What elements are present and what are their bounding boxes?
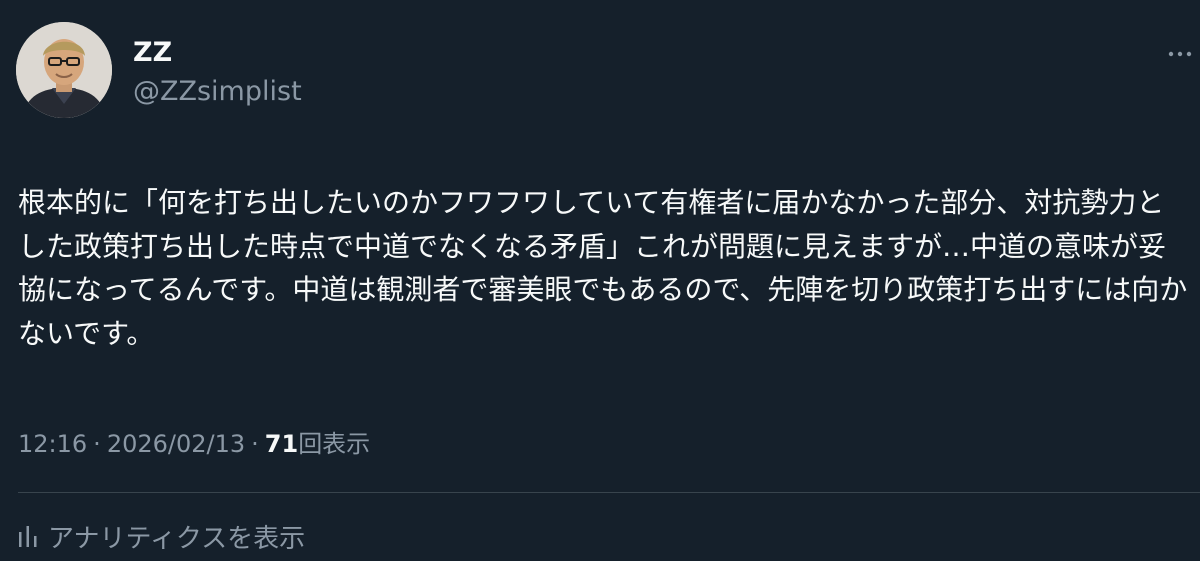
tweet-text: 根本的に「何を打ち出したいのかフワフワしていて有権者に届かなかった部分、対抗勢力…: [18, 186, 1188, 350]
views-count: 71: [264, 430, 299, 458]
bar-chart-icon: [19, 526, 37, 547]
views-label: 回表示: [298, 430, 371, 458]
meta-separator: ·: [93, 430, 101, 458]
display-name[interactable]: ZZ: [133, 37, 172, 69]
user-handle[interactable]: @ZZsimplist: [133, 75, 302, 109]
avatar-image: [16, 22, 112, 118]
tweet-date[interactable]: 2026/02/13: [107, 430, 245, 458]
view-analytics-button[interactable]: アナリティクスを表示: [18, 518, 305, 554]
divider: [18, 492, 1200, 493]
more-horizontal-icon: [1168, 51, 1192, 57]
avatar[interactable]: [16, 22, 112, 118]
tweet-metadata: 12:16 · 2026/02/13 · 71回表示: [18, 426, 370, 462]
more-options-button[interactable]: [1160, 34, 1200, 74]
meta-separator: ·: [251, 430, 259, 458]
tweet-time[interactable]: 12:16: [18, 430, 87, 458]
view-analytics-label: アナリティクスを表示: [48, 523, 306, 554]
